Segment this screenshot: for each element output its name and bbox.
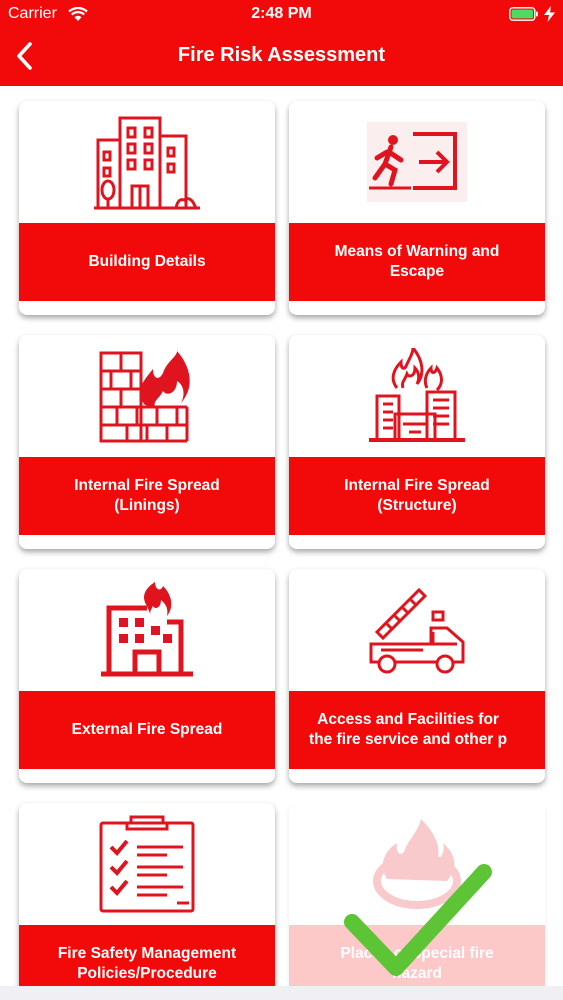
- clipboard-checklist-icon: [99, 815, 195, 913]
- burning-building-icon: [101, 582, 193, 677]
- card-internal-fire-structure[interactable]: Internal Fire Spread (Structure): [289, 335, 545, 549]
- burning-buildings-icon: [369, 348, 465, 442]
- card-label: Building Details: [19, 223, 275, 301]
- card-label: Internal Fire Spread (Linings): [19, 457, 275, 535]
- navigation-header: Carrier 2:48 PM Fire Risk Assessment: [0, 0, 563, 86]
- card-fire-safety-management[interactable]: Fire Safety Management Policies/Procedur…: [19, 803, 275, 1000]
- card-label: External Fire Spread: [19, 691, 275, 769]
- charging-bolt-icon: [544, 6, 555, 22]
- card-external-fire-spread[interactable]: External Fire Spread: [19, 569, 275, 783]
- wall-fire-icon: [99, 351, 190, 443]
- card-internal-fire-linings[interactable]: Internal Fire Spread (Linings): [19, 335, 275, 549]
- card-label: Access and Facilities for the fire servi…: [289, 691, 545, 769]
- clock: 2:48 PM: [251, 5, 312, 22]
- checkmark-icon: [344, 864, 492, 976]
- card-means-of-warning[interactable]: Means of Warning and Escape: [289, 101, 545, 315]
- battery-icon: [509, 7, 538, 21]
- bottom-bar: [0, 986, 563, 1000]
- card-label: Means of Warning and Escape: [289, 223, 545, 301]
- building-icon: [94, 116, 200, 210]
- status-bar: Carrier 2:48 PM: [0, 0, 563, 28]
- card-building-details[interactable]: Building Details: [19, 101, 275, 315]
- page-title: Fire Risk Assessment: [177, 44, 386, 66]
- card-access-facilities[interactable]: Access and Facilities for the fire servi…: [289, 569, 545, 783]
- card-label: Internal Fire Spread (Structure): [289, 457, 545, 535]
- fire-truck-icon: [369, 587, 465, 674]
- exit-sign-icon: [367, 122, 467, 202]
